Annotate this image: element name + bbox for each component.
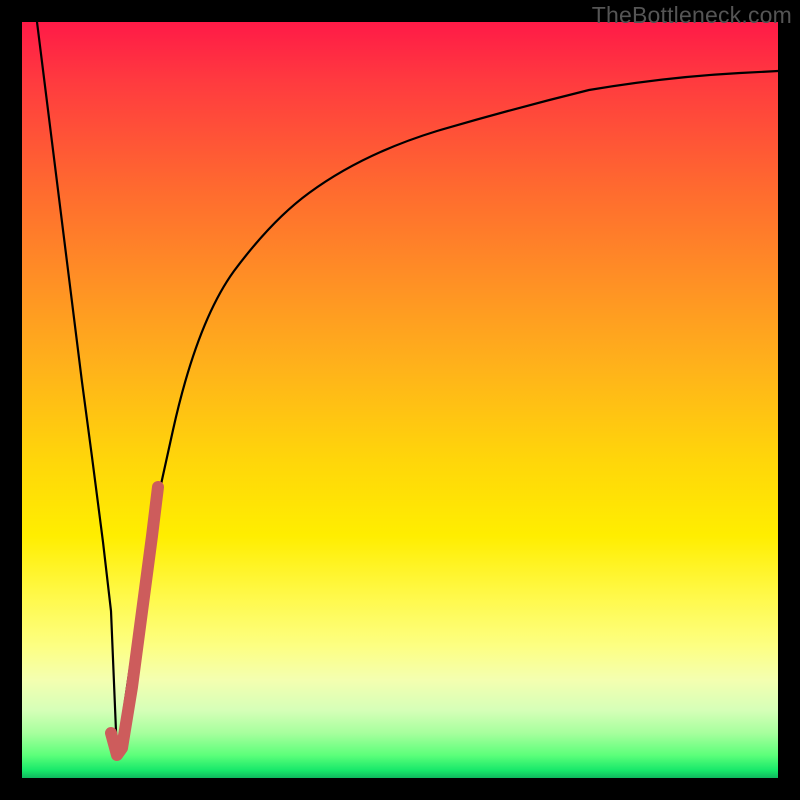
chart-frame: TheBottleneck.com bbox=[0, 0, 800, 800]
highlight-segment-path bbox=[111, 487, 158, 755]
plot-area bbox=[22, 22, 778, 778]
curve-layer bbox=[22, 22, 778, 778]
watermark-text: TheBottleneck.com bbox=[592, 2, 792, 29]
left-branch-path bbox=[37, 22, 117, 755]
right-branch-path bbox=[117, 71, 778, 755]
